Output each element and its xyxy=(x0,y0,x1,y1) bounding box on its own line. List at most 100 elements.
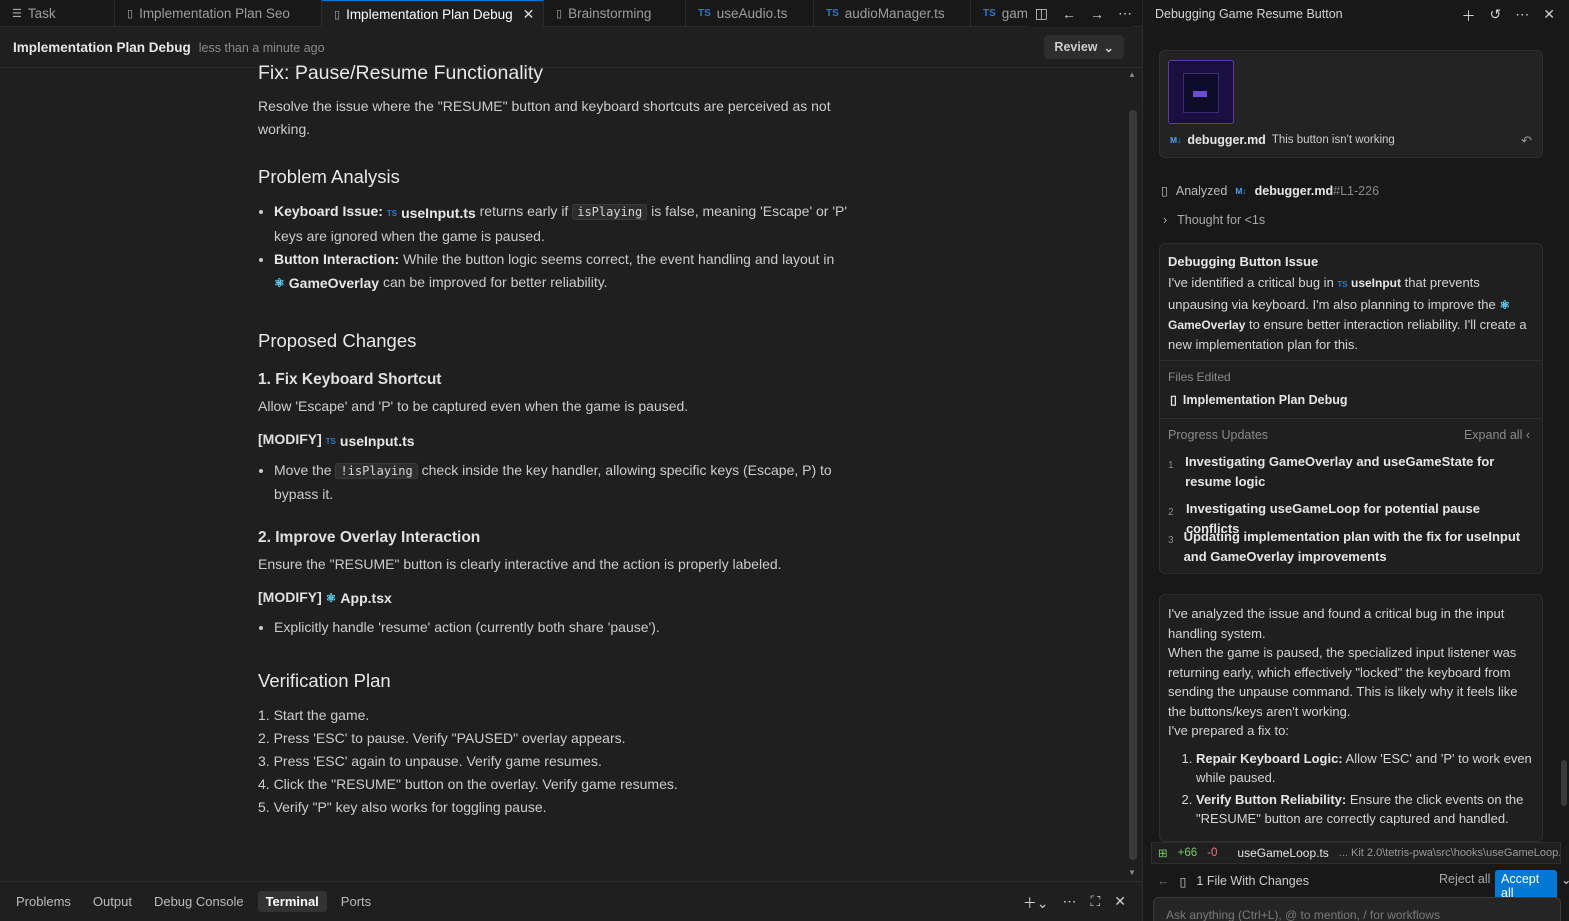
analysis-heading: Problem Analysis xyxy=(258,166,400,187)
ts-icon: TS xyxy=(826,8,839,19)
list-item: Move the !isPlaying check inside the key… xyxy=(274,459,878,506)
more-icon[interactable]: ⋯ xyxy=(1118,5,1132,22)
change1-heading: 1. Fix Keyboard Shortcut xyxy=(258,371,442,388)
tab-debug-console[interactable]: Debug Console xyxy=(146,891,252,912)
tab-label: useAudio.ts xyxy=(716,6,788,21)
sidebar-title: Debugging Game Resume Button xyxy=(1155,7,1343,21)
scroll-down-icon[interactable]: ▼ xyxy=(1128,868,1136,877)
tab-terminal[interactable]: Terminal xyxy=(257,891,327,912)
file-reference[interactable]: TS useInput.ts xyxy=(387,202,476,225)
close-icon[interactable]: ✕ xyxy=(1543,6,1555,26)
app-window: ☰ Task ▯ Implementation Plan Seo ▯ Implemen… xyxy=(0,0,1569,921)
summary-card: Debugging Button Issue I've identified a… xyxy=(1159,243,1543,574)
edited-file-link[interactable]: ▯ Implementation Plan Debug xyxy=(1170,392,1348,408)
chevron-right-icon: › xyxy=(1163,213,1168,227)
message-paragraph: When the game is paused, the specialized… xyxy=(1168,645,1518,719)
file-reference[interactable]: ⚛ GameOverlay xyxy=(274,272,379,295)
file-icon: ▯ xyxy=(127,8,134,20)
maximize-panel-icon[interactable]: ⛶ xyxy=(1090,893,1100,913)
tab-label: Implementation Plan Debug xyxy=(346,6,513,22)
sidebar-scrollbar-thumb[interactable] xyxy=(1561,760,1567,806)
item-text: returns early if xyxy=(479,203,569,219)
file-icon: ▯ xyxy=(1170,393,1177,407)
react-icon: ⚛ xyxy=(325,591,337,605)
expand-all-button[interactable]: Expand all ‹ xyxy=(1464,428,1530,442)
more-icon[interactable]: ⋯ xyxy=(1515,6,1529,26)
step-text: Updating implementation plan with the fi… xyxy=(1183,529,1521,564)
editor-scrollbar[interactable]: ▲ ▼ xyxy=(1128,70,1138,878)
analyzed-label: Analyzed xyxy=(1175,183,1228,198)
undo-icon[interactable]: ↶ xyxy=(1521,133,1532,149)
review-button[interactable]: Review ⌄ xyxy=(1044,35,1124,59)
tab-implementation-plan-debug[interactable]: ▯ Implementation Plan Debug ✕ xyxy=(322,0,544,27)
plus-icon[interactable]: ＋ xyxy=(1462,6,1476,26)
step-number: 3 xyxy=(1168,535,1174,546)
tab-implementation-plan-seo[interactable]: ▯ Implementation Plan Seo xyxy=(115,0,322,27)
new-terminal-icon[interactable]: ＋⌄ xyxy=(1023,893,1049,913)
progress-step[interactable]: 1 Investigating GameOverlay and useGameSt… xyxy=(1168,452,1534,492)
list-icon: ☰ xyxy=(12,8,22,20)
changes-summary-row: ← ▯ 1 File With Changes Reject all Accep… xyxy=(1157,870,1569,902)
tab-ports[interactable]: Ports xyxy=(333,891,379,912)
chevron-down-icon[interactable]: ⌄ xyxy=(1561,872,1569,887)
modify-line: [MODIFY] TS useInput.ts xyxy=(258,428,878,453)
history-icon[interactable]: ↺ xyxy=(1490,6,1502,26)
file-change-row[interactable]: ⊞ +66 -0 useGameLoop.ts ... Kit 2.0\tetr… xyxy=(1151,842,1561,864)
chat-input[interactable]: Ask anything (Ctrl+L), @ to mention, / f… xyxy=(1153,897,1561,921)
tab-audiomanager[interactable]: TS audioManager.ts xyxy=(814,0,971,27)
progress-step[interactable]: 3 Updating implementation plan with the f… xyxy=(1168,527,1534,567)
react-icon: ⚛ xyxy=(274,276,285,290)
user-message-text: This button isn't working xyxy=(1271,134,1395,146)
close-icon[interactable]: ✕ xyxy=(1114,893,1126,913)
changed-file-path: ... Kit 2.0\tetris-pwa\src\hooks\useGame… xyxy=(1338,847,1560,859)
file-icon: ▯ xyxy=(334,8,341,21)
changed-file-name: useGameLoop.ts xyxy=(1237,846,1329,860)
forward-arrow-icon[interactable]: → xyxy=(1090,6,1104,22)
analyzed-file[interactable]: debugger.md xyxy=(1255,184,1333,198)
tab-output[interactable]: Output xyxy=(85,891,140,912)
files-with-changes[interactable]: 1 File With Changes xyxy=(1196,874,1309,888)
tab-gam[interactable]: TS gam xyxy=(971,0,1031,27)
diff-icon: ⊞ xyxy=(1158,848,1168,860)
attachment-row: M↓ debugger.md This button isn't working xyxy=(1170,133,1395,147)
files-edited-label: Files Edited xyxy=(1168,370,1231,384)
file-reference[interactable]: ⚛ App.tsx xyxy=(326,587,392,610)
inline-code: !isPlaying xyxy=(335,463,418,479)
item-label: Keyboard Issue xyxy=(274,203,379,219)
doc-intro: Resolve the issue where the "RESUME" but… xyxy=(258,98,831,137)
thought-row[interactable]: › Thought for <1s xyxy=(1163,213,1265,227)
back-arrow-icon[interactable]: ← xyxy=(1157,874,1170,888)
close-icon[interactable]: ✕ xyxy=(523,6,535,23)
verify-step: 1. Start the game. xyxy=(258,707,370,723)
back-arrow-icon[interactable]: ← xyxy=(1062,6,1076,22)
tab-brainstorming[interactable]: ▯ Brainstorming xyxy=(544,0,686,27)
split-editor-icon[interactable]: ◫ xyxy=(1035,5,1048,22)
reject-all-button[interactable]: Reject all xyxy=(1439,872,1490,886)
summary-text: I've identified a critical bug in xyxy=(1168,275,1334,290)
editor-area: ☰ Task ▯ Implementation Plan Seo ▯ Implemen… xyxy=(0,0,1142,921)
file-ref-label: useInput.ts xyxy=(401,205,476,221)
screenshot-thumbnail[interactable] xyxy=(1168,60,1234,124)
file-reference[interactable]: TS useInput.ts xyxy=(326,430,415,453)
summary-body: I've identified a critical bug in TS use… xyxy=(1168,273,1534,355)
more-icon[interactable]: ⋯ xyxy=(1062,893,1076,913)
tab-label: gam xyxy=(1001,6,1029,21)
tab-task[interactable]: ☰ Task xyxy=(0,0,115,27)
tab-problems[interactable]: Problems xyxy=(8,891,79,912)
file-reference[interactable]: TS useInput xyxy=(1337,276,1401,290)
thought-label: Thought for <1s xyxy=(1177,213,1266,227)
item-label: Verify Button Reliability: xyxy=(1196,791,1347,807)
markdown-icon: M↓ xyxy=(1235,185,1247,196)
verify-step: 5. Verify "P" key also works for togglin… xyxy=(258,799,547,815)
file-ref-label: App.tsx xyxy=(340,590,392,606)
attachment-file[interactable]: debugger.md xyxy=(1187,133,1265,147)
list-item: Keyboard Issue: TSuseInput.ts returns ea… xyxy=(274,200,878,248)
review-label: Review xyxy=(1054,40,1098,54)
tab-bar: ☰ Task ▯ Implementation Plan Seo ▯ Implemen… xyxy=(0,0,1142,27)
modify-tag: [MODIFY] xyxy=(258,431,322,447)
file-icon: ▯ xyxy=(556,8,563,20)
chevron-left-icon: ‹ xyxy=(1525,428,1530,442)
tab-useaudio[interactable]: TS useAudio.ts xyxy=(686,0,814,27)
scrollbar-thumb[interactable] xyxy=(1129,110,1137,860)
scroll-up-icon[interactable]: ▲ xyxy=(1128,70,1136,79)
